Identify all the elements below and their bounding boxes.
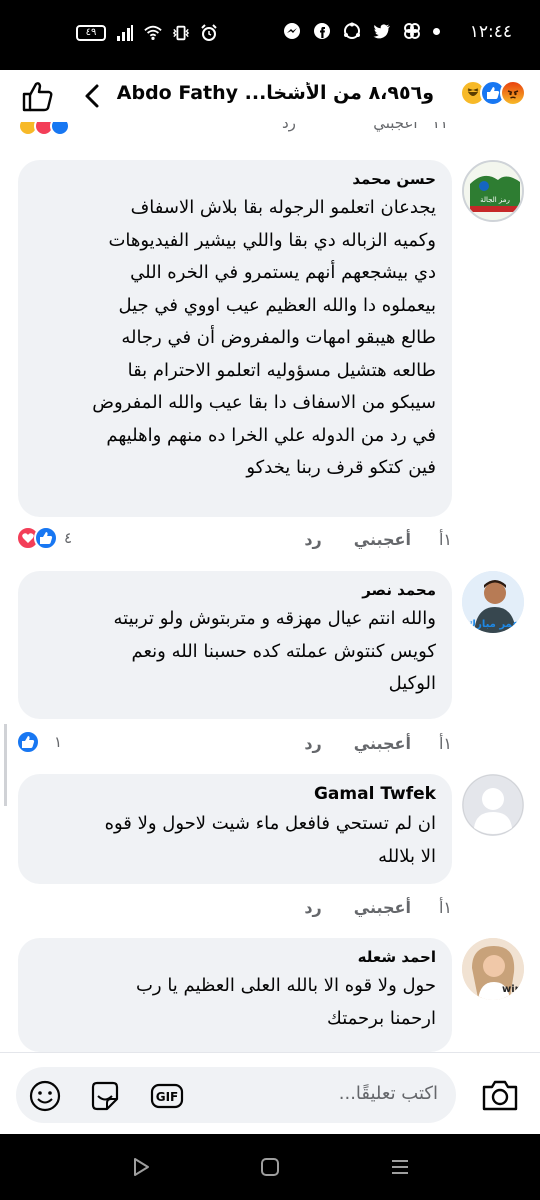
comment-author[interactable]: Gamal Twfek bbox=[34, 784, 436, 804]
comment-time: ١أ bbox=[438, 897, 452, 917]
previous-comment-actions: رد ١١ أعجبني bbox=[0, 122, 540, 136]
comment-reactions[interactable]: ١ bbox=[16, 730, 62, 754]
like-button[interactable]: أعجبني bbox=[354, 734, 411, 753]
twitter-icon bbox=[373, 24, 390, 39]
comment-composer: اكتب تعليقًا... GIF bbox=[0, 1052, 540, 1132]
system-nav-bar bbox=[0, 1134, 540, 1200]
recents-nav-icon[interactable] bbox=[389, 1156, 411, 1178]
comment-placeholder: اكتب تعليقًا... bbox=[338, 1083, 438, 1104]
svg-text:GIF: GIF bbox=[156, 1090, 179, 1104]
comment-actions: ١أ أعجبني رد bbox=[304, 894, 452, 920]
reply-button[interactable]: رد bbox=[304, 734, 321, 753]
back-nav-icon[interactable] bbox=[130, 1156, 152, 1178]
emoji-icon[interactable] bbox=[28, 1079, 62, 1113]
svg-text:رمز الجالة: رمز الجالة bbox=[480, 196, 510, 204]
comment-author[interactable]: حسن محمد bbox=[34, 170, 436, 188]
reply-button[interactable]: رد bbox=[282, 122, 296, 132]
header-reactions[interactable] bbox=[460, 80, 526, 106]
comment-reactions[interactable]: ٤ bbox=[16, 526, 72, 550]
reaction-count: ١ bbox=[54, 733, 63, 751]
battery-icon: ٤٩ bbox=[76, 25, 106, 41]
comment-bubble[interactable]: Gamal Twfek ان لم تستحي فافعل ماء شيت لا… bbox=[18, 774, 452, 884]
status-left-icons: ٤٩ bbox=[76, 24, 218, 42]
reaction-count: ٤ bbox=[64, 529, 73, 547]
like-button[interactable]: ١١ أعجبني bbox=[373, 122, 448, 132]
reply-button[interactable]: رد bbox=[304, 898, 321, 917]
notification-dot-icon bbox=[433, 27, 440, 35]
app-circle-icon bbox=[344, 22, 360, 39]
comment-author[interactable]: احمد شعله bbox=[34, 948, 436, 966]
previous-reactions bbox=[18, 122, 70, 136]
comment-bubble[interactable]: محمد نصر والله انتم عيال مهزقه و متربتوش… bbox=[18, 571, 452, 719]
sticker-icon[interactable] bbox=[88, 1079, 122, 1113]
avatar[interactable]: رمز الجالة bbox=[462, 160, 524, 222]
comment-input[interactable]: اكتب تعليقًا... GIF bbox=[16, 1067, 456, 1123]
alarm-icon bbox=[201, 24, 217, 41]
comment-actions: ١أ أعجبني رد bbox=[304, 526, 452, 552]
comment-time: ١أ bbox=[438, 733, 452, 753]
svg-text:win: win bbox=[502, 984, 522, 995]
thread-line bbox=[4, 724, 7, 806]
home-nav-icon[interactable] bbox=[259, 1156, 281, 1178]
avatar[interactable]: win bbox=[462, 938, 524, 1000]
clock: ١٢:٤٤ bbox=[469, 22, 512, 42]
comment-text: والله انتم عيال مهزقه و متربتوش ولو تربي… bbox=[113, 608, 436, 694]
status-right-icons bbox=[283, 22, 440, 40]
like-post-icon[interactable] bbox=[20, 78, 56, 114]
reply-button[interactable]: رد bbox=[304, 530, 321, 549]
signal-icon bbox=[117, 25, 133, 41]
comment-text: يجدعان اتعلمو الرجوله بقا بلاش الاسفاف و… bbox=[92, 197, 436, 478]
comment-bubble[interactable]: حسن محمد يجدعان اتعلمو الرجوله بقا بلاش … bbox=[18, 160, 452, 517]
comment-bubble[interactable]: احمد شعله حول ولا قوه الا بالله العلى ال… bbox=[18, 938, 452, 1052]
comment-text: حول ولا قوه الا بالله العلى العظيم يا رب… bbox=[135, 975, 436, 1029]
facebook-icon bbox=[314, 23, 330, 39]
app-knot-icon bbox=[404, 23, 420, 39]
avatar[interactable]: عمر مبارك bbox=[462, 571, 524, 633]
like-button[interactable]: أعجبني bbox=[354, 530, 411, 549]
gif-icon[interactable]: GIF bbox=[150, 1079, 184, 1113]
avatar[interactable] bbox=[462, 774, 524, 836]
comment-author[interactable]: محمد نصر bbox=[34, 581, 436, 599]
angry-reaction-icon bbox=[500, 80, 526, 106]
back-arrow-icon[interactable] bbox=[78, 80, 108, 112]
comment-actions: ١أ أعجبني رد bbox=[304, 730, 452, 756]
status-bar: ٤٩ ١٢:٤٤ bbox=[0, 0, 540, 70]
vibrate-icon bbox=[172, 25, 190, 41]
like-reaction-icon bbox=[34, 526, 58, 550]
svg-text:عمر مبارك: عمر مبارك bbox=[467, 619, 519, 630]
post-header: و٨،٩٥٦ من الأشخا... Abdo Fathy bbox=[0, 70, 540, 122]
comment-text: ان لم تستحي فافعل ماء شيت لاحول ولا قوه … bbox=[104, 813, 436, 867]
camera-icon[interactable] bbox=[480, 1077, 520, 1113]
messenger-icon bbox=[284, 23, 300, 39]
reactions-title[interactable]: و٨،٩٥٦ من الأشخا... Abdo Fathy bbox=[116, 82, 434, 104]
like-reaction-icon bbox=[50, 122, 70, 136]
wifi-icon bbox=[144, 25, 162, 41]
comment-time: ١أ bbox=[438, 529, 452, 549]
like-reaction-icon bbox=[16, 730, 40, 754]
like-button[interactable]: أعجبني bbox=[354, 898, 411, 917]
